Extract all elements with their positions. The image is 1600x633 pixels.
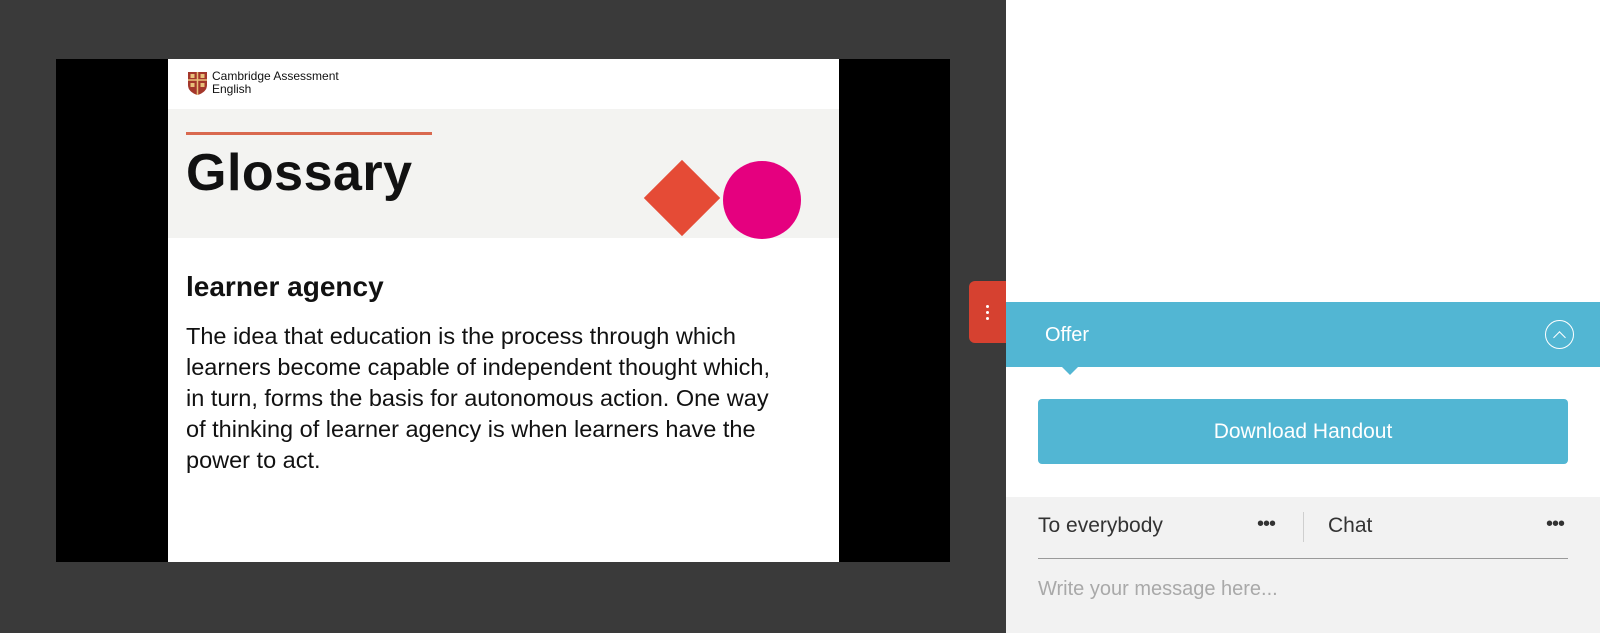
offer-label: Offer [1045,324,1090,346]
diamond-shape [643,159,721,237]
logo-line-2: English [212,82,252,96]
circle-shape [723,161,801,239]
logo-text: Cambridge Assessment English [212,70,339,96]
presentation-stage: Cambridge Assessment English Glossary le… [0,0,1006,633]
recipient-more-icon[interactable]: ••• [1257,513,1276,536]
side-panel: Offer Download Handout To everybody ••• … [1006,0,1600,633]
chevron-up-icon [1553,330,1566,344]
chat-tabs: To everybody ••• Chat ••• [1038,497,1568,559]
vertical-dots-icon [986,304,989,320]
chat-more-icon[interactable]: ••• [1546,513,1565,536]
tab-chat[interactable]: Chat [1328,514,1372,538]
chat-area: To everybody ••• Chat ••• [1006,497,1600,633]
cambridge-logo: Cambridge Assessment English [187,70,339,96]
shield-icon [188,71,207,95]
banner-rule [186,132,432,135]
download-handout-button[interactable]: Download Handout [1038,399,1568,464]
panel-toggle-handle[interactable] [969,281,1006,343]
video-frame: Cambridge Assessment English Glossary le… [56,59,950,562]
message-input[interactable] [1038,569,1568,609]
slide-title: Glossary [186,144,413,202]
offer-header[interactable]: Offer [1006,302,1600,375]
collapse-button[interactable] [1545,320,1574,349]
glossary-term: learner agency [186,271,384,302]
slide: Cambridge Assessment English Glossary le… [168,59,839,562]
title-banner: Glossary [168,109,839,239]
recipient-selector[interactable]: To everybody [1038,514,1163,538]
offer-pointer [1062,367,1078,375]
glossary-definition: The idea that education is the process t… [186,323,770,473]
tab-divider [1303,512,1304,542]
